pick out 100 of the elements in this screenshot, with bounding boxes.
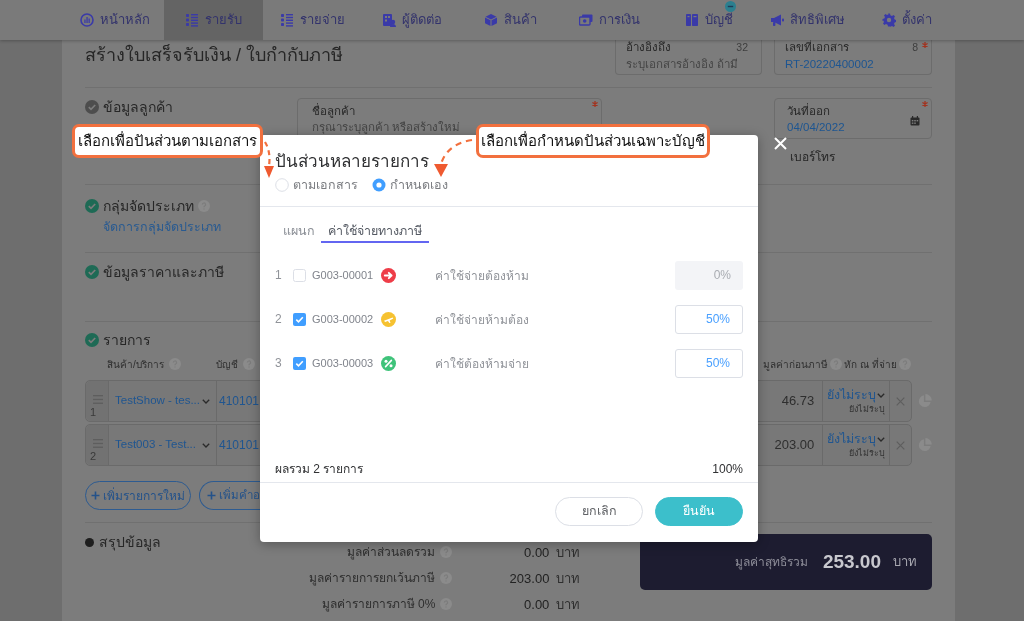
- nav-tab[interactable]: สิทธิพิเศษ: [758, 0, 857, 40]
- char-counter: 8: [912, 40, 918, 55]
- gear-icon: [881, 13, 896, 27]
- account-code: G003-00003: [312, 355, 375, 371]
- checkbox[interactable]: [293, 268, 306, 282]
- placeholder-text: กรุณาระบุลูกค้า หรือสร้างใหม่: [312, 121, 461, 133]
- cancel-button[interactable]: ยกเลิก: [555, 497, 643, 526]
- caret-icon: [202, 442, 210, 448]
- field-value: RT-20220400002: [785, 58, 874, 70]
- section-title: สรุปข้อมูล: [99, 532, 161, 553]
- annotation-callout: เลือกเพื่อปันส่วนตามเอกสาร: [72, 124, 263, 158]
- annotation-callout: เลือกเพื่อกำหนดปันส่วนเฉพาะบัญชี: [476, 124, 710, 158]
- nav-tab[interactable]: รายจ่าย: [263, 0, 362, 40]
- cube-icon: [484, 13, 498, 27]
- currency-unit: บาท: [556, 571, 581, 586]
- radio-icon[interactable]: [275, 178, 289, 192]
- field-label: ชื่อลูกค้า: [312, 105, 355, 117]
- book-icon: [684, 13, 699, 27]
- field-label: เลขที่เอกสาร: [785, 40, 849, 55]
- megaphone-icon: [770, 13, 784, 27]
- amount-value: 203.00: [774, 436, 815, 455]
- row-number: 2: [275, 311, 283, 328]
- summary-value: 203.00: [509, 571, 550, 586]
- row-number: 1: [275, 267, 283, 284]
- checkbox[interactable]: [293, 312, 306, 326]
- column-header: สินค้า/บริการ: [107, 357, 164, 372]
- field-label: วันที่ออก: [787, 105, 830, 117]
- plus-icon: [91, 491, 100, 500]
- account-code: 410101: [219, 393, 260, 410]
- radio-option[interactable]: ตามเอกสาร: [275, 175, 372, 195]
- checkbox[interactable]: [293, 356, 306, 370]
- currency-unit: บาท: [556, 545, 581, 560]
- withholding-note: ยังไม่ระบุ: [849, 448, 886, 459]
- account-code: 410101: [219, 437, 260, 454]
- date-field[interactable]: วันที่ออก 04/04/2022: [774, 98, 932, 139]
- section-title: รายการ: [103, 330, 151, 350]
- expense-name: ค่าใช้ต้องห้ามจ่าย: [435, 357, 529, 371]
- help-icon[interactable]: [440, 546, 453, 558]
- column-header: มูลค่าก่อนภาษี: [763, 357, 829, 372]
- radio-icon[interactable]: [372, 178, 386, 192]
- summary-value: 0.00: [524, 545, 550, 560]
- summary-label: มูลค่าส่วนลดรวม: [347, 544, 436, 560]
- close-icon: [774, 137, 787, 150]
- account-code: G003-00001: [312, 267, 375, 283]
- list-icon: [280, 13, 294, 27]
- tab[interactable]: ค่าใช้จ่ายทางภาษี: [321, 221, 429, 243]
- summary-value: 0.00: [524, 597, 550, 612]
- expense-name: ค่าใช้จ่ายต้องห้าม: [435, 269, 529, 283]
- column-header: หัก ณ ที่จ่าย: [844, 356, 897, 372]
- caret-icon: [877, 393, 886, 398]
- withholding-dropdown[interactable]: ยังไม่ระบุ: [827, 431, 886, 448]
- close-icon: [896, 396, 906, 406]
- bullet-icon: [85, 537, 94, 547]
- plus-icon: [207, 491, 216, 500]
- remove-button[interactable]: [894, 395, 907, 407]
- input-field[interactable]: เลขที่เอกสาร 8 RT-20220400002: [774, 40, 932, 75]
- account-code: G003-00002: [312, 311, 375, 327]
- remove-button[interactable]: [894, 439, 907, 451]
- dashed-arrow: [264, 141, 274, 178]
- chart-icon: [79, 13, 94, 27]
- percent-field[interactable]: 50%: [675, 348, 743, 378]
- product-dropdown[interactable]: TestShow - tes...: [109, 381, 217, 421]
- expense-name: ค่าใช้จ่ายห้ามต้อง: [435, 313, 529, 327]
- caret-icon: [877, 437, 886, 442]
- char-counter: 32: [736, 40, 748, 55]
- summary-label: มูลค่ารายการยกเว้นภาษี: [309, 570, 436, 586]
- help-icon[interactable]: [243, 358, 255, 370]
- section-title: กลุ่มจัดประเภท: [103, 196, 194, 217]
- product-dropdown[interactable]: Test003 - Test...: [109, 425, 217, 465]
- nav-tab[interactable]: ตั้งค่า: [857, 0, 956, 40]
- page-title: สร้างใบเสร็จรับเงิน / ใบกำกับภาษี: [85, 43, 343, 67]
- nav-tab[interactable]: หน้าหลัก: [65, 0, 164, 40]
- modal-title: ปันส่วนหลายรายการ: [275, 151, 429, 173]
- nav-tab[interactable]: การเงิน: [560, 0, 659, 40]
- amount-value: 46.73: [781, 392, 815, 411]
- total-label: มูลค่าสุทธิรวม: [734, 554, 808, 571]
- total-value: 253.00: [822, 549, 881, 574]
- radio-option[interactable]: กำหนดเอง: [372, 175, 448, 195]
- nav-tab[interactable]: บัญชี: [659, 0, 758, 40]
- calendar-icon: [910, 116, 920, 126]
- total-label: ผลรวม 2 รายการ: [275, 461, 364, 478]
- row-number: 3: [275, 355, 283, 372]
- close-icon: [896, 440, 906, 450]
- caret-icon: [202, 398, 210, 404]
- nav-tab[interactable]: ผู้ติดต่อ: [362, 0, 461, 40]
- manage-groups-link[interactable]: จัดการกลุ่มจัดประเภท: [103, 220, 221, 234]
- nav-tab[interactable]: สินค้า: [461, 0, 560, 40]
- field-value: 04/04/2022: [787, 121, 845, 133]
- confirm-button[interactable]: ยืนยัน: [655, 497, 743, 526]
- section-title: ข้อมูลราคาและภาษี: [103, 262, 224, 283]
- withholding-dropdown[interactable]: ยังไม่ระบุ: [827, 387, 886, 404]
- close-button[interactable]: [773, 136, 788, 151]
- section-title: ข้อมูลลูกค้า: [103, 97, 173, 118]
- column-header: บัญชี: [216, 357, 238, 372]
- currency-unit: บาท: [893, 553, 917, 572]
- withholding-note: ยังไม่ระบุ: [849, 404, 886, 415]
- percent-field[interactable]: 50%: [675, 304, 743, 334]
- field-label: อ้างอิงถึง: [626, 40, 671, 55]
- tab[interactable]: แผนก: [275, 221, 321, 243]
- percent-field[interactable]: 0%: [675, 260, 743, 290]
